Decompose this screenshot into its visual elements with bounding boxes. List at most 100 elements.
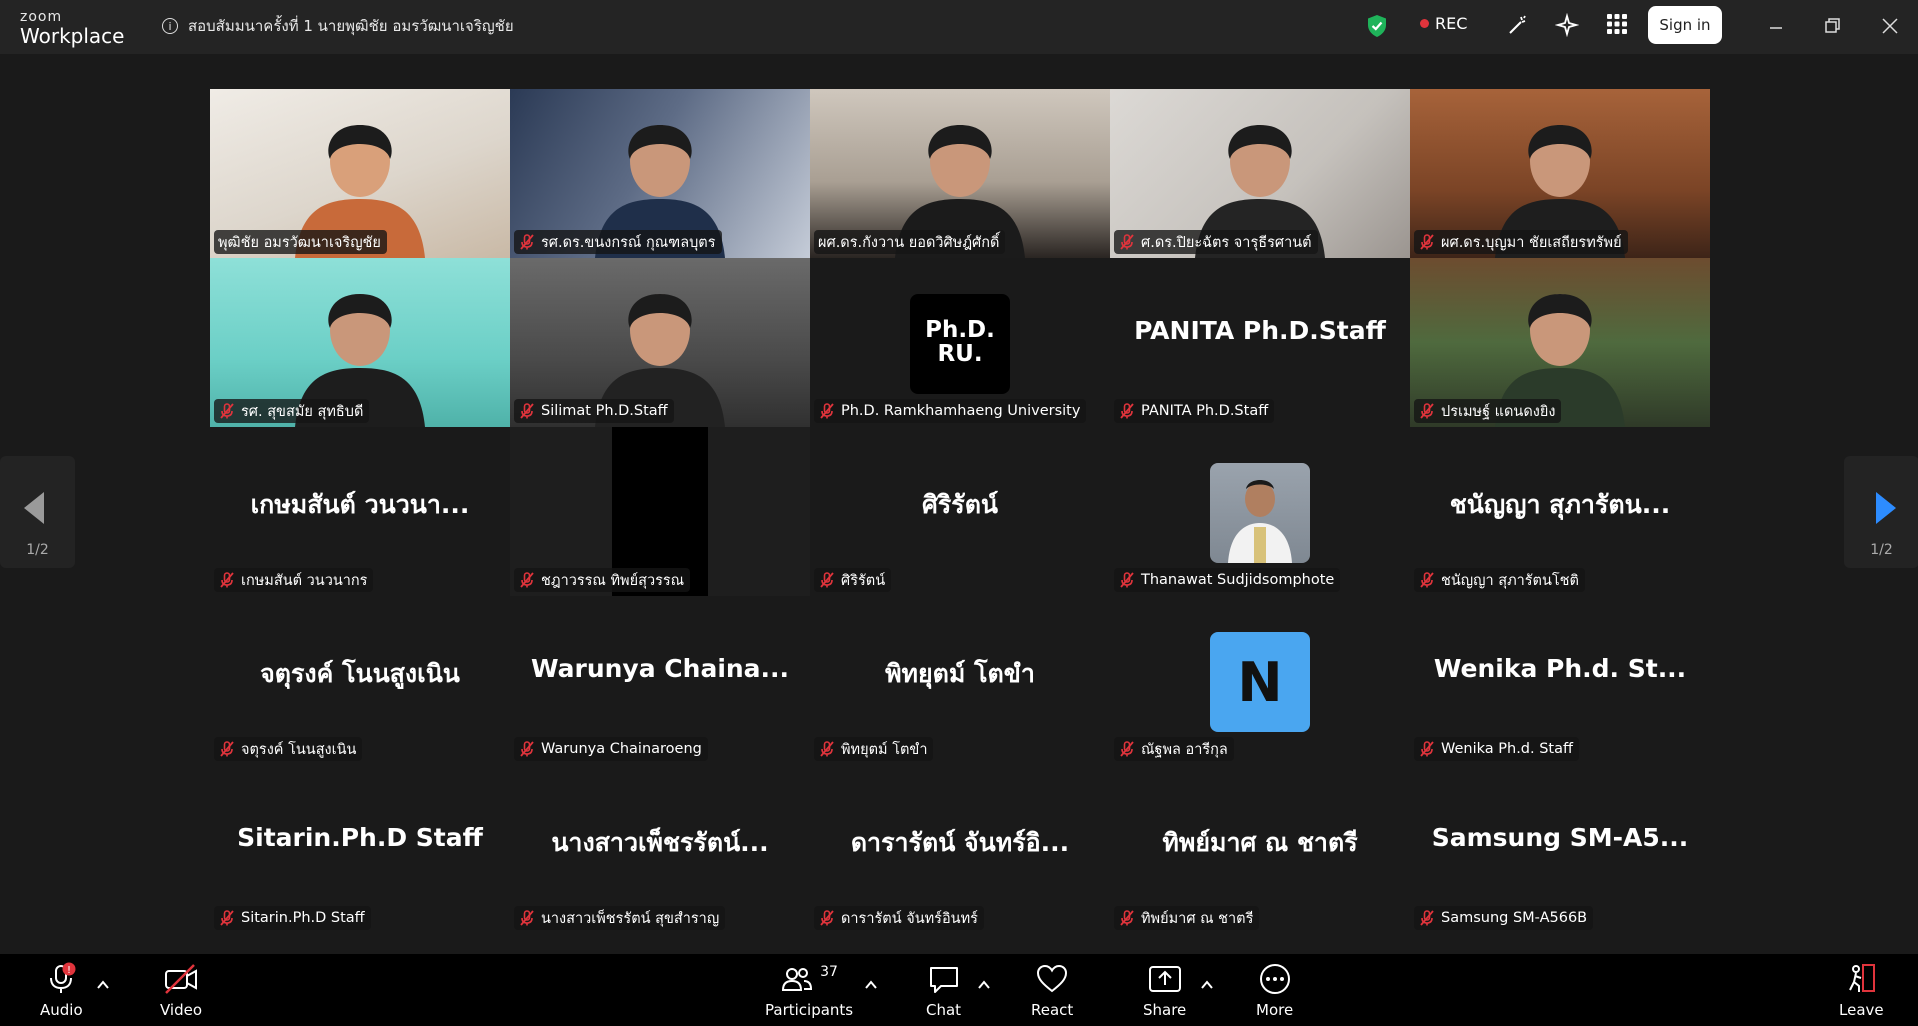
participant-tile[interactable]: พิทยุตม์ โตขำ พิทยุตม์ โตขำ bbox=[810, 596, 1110, 765]
muted-mic-icon bbox=[820, 910, 834, 926]
participant-name-label: Warunya Chainaroeng bbox=[514, 737, 708, 761]
participant-name-label: Samsung SM-A566B bbox=[1414, 906, 1594, 930]
leave-button[interactable]: Leave bbox=[1839, 962, 1884, 1019]
recording-indicator[interactable]: REC bbox=[1420, 14, 1467, 33]
video-button[interactable]: Video bbox=[160, 962, 202, 1019]
participant-tile[interactable]: ศิริรัตน์ ศิริรัตน์ bbox=[810, 427, 1110, 596]
participant-name-label: Silimat Ph.D.Staff bbox=[514, 399, 674, 423]
share-button[interactable]: Share bbox=[1143, 962, 1186, 1019]
participant-name: ดารารัตน์ จันทร์อินทร์ bbox=[841, 910, 978, 927]
title-bar: zoom Workplace i สอบสัมมนาครั้งที่ 1 นาย… bbox=[0, 0, 1918, 54]
participant-tile[interactable]: Thanawat Sudjidsomphote bbox=[1110, 427, 1410, 596]
participants-button[interactable]: 37 Participants bbox=[765, 962, 853, 1019]
participant-tile[interactable]: Silimat Ph.D.Staff bbox=[510, 258, 810, 427]
participant-name-label: พิทยุตม์ โตขำ bbox=[814, 737, 934, 761]
participant-name: Ph.D. Ramkhamhaeng University bbox=[841, 403, 1081, 419]
participant-tile[interactable]: N ณัฐพล อารีกุล bbox=[1110, 596, 1410, 765]
muted-mic-icon bbox=[220, 741, 234, 757]
muted-mic-icon bbox=[1420, 572, 1434, 588]
chat-button[interactable]: Chat bbox=[926, 962, 961, 1019]
audio-options-caret-icon[interactable] bbox=[96, 978, 110, 992]
next-page-button[interactable]: 1/2 bbox=[1844, 456, 1918, 568]
participant-tile[interactable]: พุฒิชัย อมรวัฒนาเจริญชัย bbox=[210, 89, 510, 258]
participant-tile[interactable]: Warunya Chaina... Warunya Chainaroeng bbox=[510, 596, 810, 765]
participant-tile[interactable]: ผศ.ดร.บุญมา ชัยเสถียรทรัพย์ bbox=[1410, 89, 1710, 258]
participant-tile[interactable]: ดารารัตน์ จันทร์อิ... ดารารัตน์ จันทร์อิน… bbox=[810, 765, 1110, 934]
logo-text: Ph.D. RU. bbox=[925, 317, 995, 368]
participant-name: รศ. สุขสมัย สุทธิบดี bbox=[241, 403, 364, 420]
participant-tile[interactable]: ผศ.ดร.กังวาน ยอดวิศิษฎ์ศักดิ์ bbox=[810, 89, 1110, 258]
info-icon[interactable]: i bbox=[162, 18, 178, 34]
participant-display-name: ศิริรัตน์ bbox=[921, 490, 999, 519]
participant-name-label: พุฒิชัย อมรวัฒนาเจริญชัย bbox=[214, 230, 387, 254]
participant-name: Silimat Ph.D.Staff bbox=[541, 403, 668, 419]
muted-mic-icon bbox=[1120, 234, 1134, 250]
rec-label: REC bbox=[1435, 14, 1468, 33]
participant-name-label: Sitarin.Ph.D Staff bbox=[214, 906, 371, 930]
participants-options-caret-icon[interactable] bbox=[864, 978, 878, 992]
minimize-icon[interactable] bbox=[1766, 18, 1786, 38]
meeting-info[interactable]: i สอบสัมมนาครั้งที่ 1 นายพุฒิชัย อมรวัฒน… bbox=[162, 14, 514, 38]
muted-mic-icon bbox=[1420, 403, 1434, 419]
heart-icon bbox=[1037, 964, 1068, 993]
muted-mic-icon bbox=[1120, 910, 1134, 926]
participant-tile[interactable]: Wenika Ph.d. St... Wenika Ph.d. Staff bbox=[1410, 596, 1710, 765]
audio-alert-badge: ! bbox=[67, 965, 71, 976]
participant-name: ผศ.ดร.บุญมา ชัยเสถียรทรัพย์ bbox=[1441, 234, 1622, 251]
participant-display-name: ดารารัตน์ จันทร์อิ... bbox=[850, 828, 1070, 857]
encryption-shield-icon[interactable] bbox=[1366, 14, 1388, 38]
participant-name: จตุรงค์ โนนสูงเนิน bbox=[241, 741, 357, 758]
participant-name: รศ.ดร.ขนงกรณ์ กุณฑลบุตร bbox=[541, 234, 716, 251]
previous-page-button[interactable]: 1/2 bbox=[0, 456, 75, 568]
share-screen-icon bbox=[1148, 966, 1181, 992]
share-options-caret-icon[interactable] bbox=[1200, 978, 1214, 992]
chat-options-caret-icon[interactable] bbox=[977, 978, 991, 992]
participant-name-label: ดารารัตน์ จันทร์อินทร์ bbox=[814, 906, 984, 930]
participant-tile[interactable]: ทิพย์มาศ ณ ชาตรี ทิพย์มาศ ณ ชาตรี bbox=[1110, 765, 1410, 934]
participant-name-label: นางสาวเพ็ชรรัตน์ สุขสำราญ bbox=[514, 906, 726, 930]
sign-in-button[interactable]: Sign in bbox=[1648, 6, 1722, 44]
participant-tile[interactable]: เกษมสันต์ วนวนา... เกษมสันต์ วนวนากร bbox=[210, 427, 510, 596]
participant-tile[interactable]: ศ.ดร.ปิยะฉัตร จารุธีรศานต์ bbox=[1110, 89, 1410, 258]
participant-tile[interactable]: รศ.ดร.ขนงกรณ์ กุณฑลบุตร bbox=[510, 89, 810, 258]
participant-name-label: ชฎาวรรณ ทิพย์สุวรรณ bbox=[514, 568, 691, 592]
more-button[interactable]: More bbox=[1256, 962, 1293, 1019]
participant-tile[interactable]: ปรเมษฐ์ แดนดงยิง bbox=[1410, 258, 1710, 427]
profile-photo bbox=[1210, 463, 1310, 563]
participant-name: Warunya Chainaroeng bbox=[541, 741, 702, 757]
ai-companion-sparkle-icon[interactable] bbox=[1555, 13, 1579, 37]
participant-tile[interactable]: Sitarin.Ph.D Staff Sitarin.Ph.D Staff bbox=[210, 765, 510, 934]
participant-tile[interactable]: รศ. สุขสมัย สุทธิบดี bbox=[210, 258, 510, 427]
close-window-icon[interactable] bbox=[1880, 16, 1900, 36]
participant-name: นางสาวเพ็ชรรัตน์ สุขสำราญ bbox=[541, 910, 720, 927]
participant-name-label: Wenika Ph.d. Staff bbox=[1414, 737, 1579, 761]
participant-tile[interactable]: นางสาวเพ็ชรรัตน์... นางสาวเพ็ชรรัตน์ สุขส… bbox=[510, 765, 810, 934]
participant-name-label: รศ. สุขสมัย สุทธิบดี bbox=[214, 399, 370, 423]
participant-tile[interactable]: Ph.D. RU. Ph.D. Ramkhamhaeng University bbox=[810, 258, 1110, 427]
participant-tile[interactable]: ชนัญญา สุภารัตน... ชนัญญา สุภารัตนโชติ bbox=[1410, 427, 1710, 596]
muted-mic-icon bbox=[1120, 741, 1134, 757]
microphone-icon: ! bbox=[50, 962, 76, 993]
logo-workplace-text: Workplace bbox=[20, 24, 125, 48]
participant-tile[interactable]: Samsung SM-A5... Samsung SM-A566B bbox=[1410, 765, 1710, 934]
magic-wand-icon[interactable] bbox=[1506, 13, 1530, 37]
participant-name-label: ผศ.ดร.กังวาน ยอดวิศิษฎ์ศักดิ์ bbox=[814, 230, 1006, 254]
apps-grid-icon[interactable] bbox=[1606, 13, 1628, 35]
react-button[interactable]: React bbox=[1031, 962, 1073, 1019]
participant-tile[interactable]: ชฎาวรรณ ทิพย์สุวรรณ bbox=[510, 427, 810, 596]
participants-icon bbox=[782, 968, 813, 991]
audio-button[interactable]: ! Audio bbox=[40, 962, 83, 1019]
participant-name: ปรเมษฐ์ แดนดงยิง bbox=[1441, 403, 1556, 420]
participant-name: เกษมสันต์ วนวนากร bbox=[241, 572, 368, 589]
participant-display-name: นางสาวเพ็ชรรัตน์... bbox=[551, 828, 769, 857]
muted-mic-icon bbox=[820, 572, 834, 588]
participant-name-label: ศิริรัตน์ bbox=[814, 568, 892, 592]
muted-mic-icon bbox=[220, 572, 234, 588]
participant-tile[interactable]: PANITA Ph.D.Staff PANITA Ph.D.Staff bbox=[1110, 258, 1410, 427]
participant-tile[interactable]: จตุรงค์ โนนสูงเนิน จตุรงค์ โนนสูงเนิน bbox=[210, 596, 510, 765]
leave-door-icon bbox=[1849, 964, 1876, 992]
muted-mic-icon bbox=[520, 403, 534, 419]
restore-window-icon[interactable] bbox=[1823, 16, 1843, 36]
participant-name: ทิพย์มาศ ณ ชาตรี bbox=[1141, 910, 1254, 927]
participant-display-name: Samsung SM-A5... bbox=[1431, 823, 1689, 852]
